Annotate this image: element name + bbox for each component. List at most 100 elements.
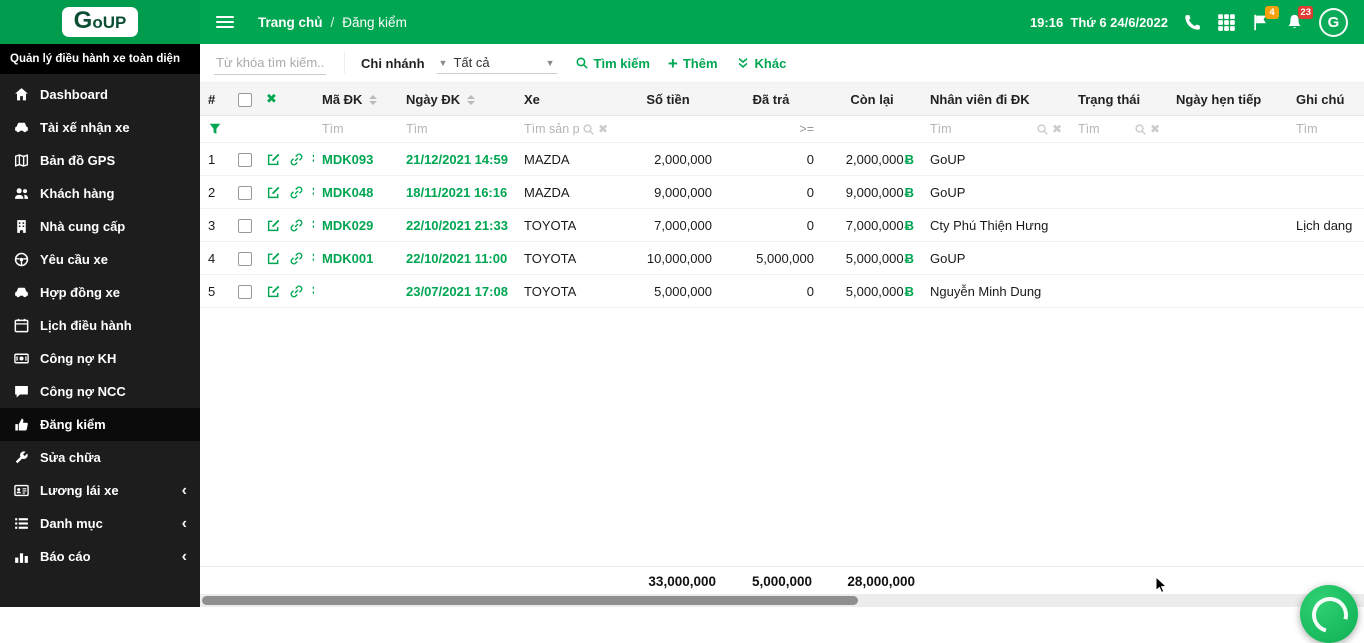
registration-date-link[interactable]: 18/11/2021 16:16 xyxy=(398,175,516,210)
sidebar-item-dang-kiem[interactable]: Đăng kiểm ‹ xyxy=(0,408,200,441)
status-cell xyxy=(1070,142,1168,177)
filter-xe-input[interactable] xyxy=(524,120,579,138)
delete-icon[interactable]: ✖ xyxy=(311,217,314,232)
select-all-checkbox[interactable] xyxy=(238,92,252,107)
edit-icon[interactable] xyxy=(266,152,281,167)
top-bar: GoUP Trang chủ / Đăng kiểm 19:16 Thứ 6 2… xyxy=(0,0,1364,44)
other-button[interactable]: Khác xyxy=(736,56,786,71)
sidebar-item-bao-cao[interactable]: Báo cáo ‹ xyxy=(0,540,200,573)
filter-ma-dk-input[interactable] xyxy=(322,120,390,138)
scrollbar-thumb[interactable] xyxy=(202,596,858,605)
search-button[interactable]: Tìm kiếm xyxy=(575,56,650,71)
sidebar-item-khach-hang[interactable]: Khách hàng ‹ xyxy=(0,177,200,210)
branch-select[interactable]: ▼ Tất cả ▼ xyxy=(436,52,557,74)
search-icon[interactable] xyxy=(1036,123,1049,136)
registration-code-link[interactable]: MDK001 xyxy=(314,241,398,276)
sidebar-item-danh-muc[interactable]: Danh mục ‹ xyxy=(0,507,200,540)
table-row[interactable]: 1 ✖ MDK093 21/12/2021 14:59 MAZDA 2,000,… xyxy=(200,142,1364,177)
registration-code-link[interactable]: MDK048 xyxy=(314,175,398,210)
sidebar-item-lich-dieu-hanh[interactable]: Lịch điều hành ‹ xyxy=(0,309,200,342)
edit-icon[interactable] xyxy=(266,185,281,200)
app-logo[interactable]: GoUP xyxy=(61,7,139,37)
logo-rest: oUP xyxy=(92,13,127,32)
sidebar-item-tai-xe-nhan-xe[interactable]: Tài xế nhận xe ‹ xyxy=(0,111,200,144)
main-content: Chi nhánh ▼ Tất cả ▼ Tìm kiếm + Thêm Khá… xyxy=(200,44,1364,607)
link-icon[interactable] xyxy=(289,284,304,299)
col-ngay-dk[interactable]: Ngày ĐK xyxy=(398,83,516,116)
row-checkbox[interactable] xyxy=(238,252,252,266)
table-row[interactable]: 3 ✖ MDK029 22/10/2021 21:33 TOYOTA 7,000… xyxy=(200,208,1364,243)
registration-date-link[interactable]: 21/12/2021 14:59 xyxy=(398,142,516,177)
sidebar-item-cong-no-kh[interactable]: Công nợ KH ‹ xyxy=(0,342,200,375)
bell-icon[interactable]: 23 xyxy=(1285,5,1313,32)
link-icon[interactable] xyxy=(289,251,304,266)
table-row[interactable]: 5 ✖ 23/07/2021 17:08 TOYOTA 5,000,000 0 … xyxy=(200,274,1364,309)
paid-cell: 5,000,000 xyxy=(720,241,822,276)
edit-icon[interactable] xyxy=(266,218,281,233)
filter-funnel-icon[interactable] xyxy=(208,122,222,136)
keyword-search-input[interactable] xyxy=(214,51,326,75)
registration-date-link[interactable]: 22/10/2021 11:00 xyxy=(398,241,516,276)
branch-filter: Chi nhánh ▼ Tất cả ▼ xyxy=(344,52,557,74)
col-ma-dk[interactable]: Mã ĐK xyxy=(314,83,398,116)
sidebar-item-hop-dong-xe[interactable]: Hợp đồng xe ‹ xyxy=(0,276,200,309)
row-checkbox[interactable] xyxy=(238,285,252,300)
sidebar-item-luong-lai-xe[interactable]: Lương lái xe ‹ xyxy=(0,474,200,507)
registration-code-link[interactable]: MDK029 xyxy=(314,208,398,243)
filter-trang-thai-input[interactable] xyxy=(1078,120,1131,138)
amount-cell: 2,000,000 xyxy=(616,142,720,177)
flag-icon[interactable]: 4 xyxy=(1251,5,1279,32)
row-checkbox[interactable] xyxy=(238,218,252,233)
staff-cell: Nguyễn Minh Dung xyxy=(922,274,1070,309)
delete-icon[interactable]: ✖ xyxy=(311,184,314,199)
sidebar-item-cong-no-ncc[interactable]: Công nợ NCC ‹ xyxy=(0,375,200,408)
horizontal-scrollbar[interactable] xyxy=(200,594,1364,607)
sidebar-item-yeu-cau-xe[interactable]: Yêu cầu xe ‹ xyxy=(0,243,200,276)
clear-filter-icon[interactable]: ✖ xyxy=(598,122,608,136)
sidebar-item-ban-do-gps[interactable]: Bản đồ GPS ‹ xyxy=(0,144,200,177)
building-icon xyxy=(13,218,30,235)
avatar[interactable]: G xyxy=(1319,7,1348,37)
sidebar-item-nha-cung-cap[interactable]: Nhà cung cấp ‹ xyxy=(0,210,200,243)
row-checkbox[interactable] xyxy=(238,152,252,167)
link-icon[interactable] xyxy=(289,218,304,233)
table-row[interactable]: 4 ✖ MDK001 22/10/2021 11:00 TOYOTA 10,00… xyxy=(200,241,1364,276)
amount-cell: 10,000,000 xyxy=(616,241,720,276)
delete-icon[interactable]: ✖ xyxy=(311,250,314,265)
currency-symbol: Ƀ xyxy=(904,250,914,266)
add-button[interactable]: + Thêm xyxy=(668,55,718,72)
link-icon[interactable] xyxy=(289,185,304,200)
row-checkbox[interactable] xyxy=(238,185,252,200)
table-row[interactable]: 2 ✖ MDK048 18/11/2021 16:16 MAZDA 9,000,… xyxy=(200,175,1364,210)
clear-selection-icon[interactable]: ✖ xyxy=(266,91,277,106)
filter-da-tra-operator[interactable]: >= xyxy=(728,122,814,136)
staff-cell: Cty Phú Thiện Hưng xyxy=(922,208,1070,243)
sort-icon[interactable] xyxy=(369,95,378,106)
link-icon[interactable] xyxy=(289,152,304,167)
registration-code-link[interactable]: MDK093 xyxy=(314,142,398,177)
phone-icon[interactable] xyxy=(1183,13,1202,32)
filter-ngay-dk-input[interactable] xyxy=(406,120,508,138)
clear-filter-icon[interactable]: ✖ xyxy=(1150,122,1160,136)
registration-code-link[interactable] xyxy=(314,274,398,309)
delete-icon[interactable]: ✖ xyxy=(311,151,314,166)
floating-action-button[interactable] xyxy=(1300,585,1358,643)
edit-icon[interactable] xyxy=(266,284,281,299)
delete-icon[interactable]: ✖ xyxy=(311,283,314,298)
table-header-row: # ✖ Mã ĐK Ngày ĐK Xe Số tiền Đã trả Còn … xyxy=(200,83,1364,116)
search-icon[interactable] xyxy=(1134,123,1147,136)
filter-nhan-vien-input[interactable] xyxy=(930,120,1033,138)
filter-ghi-chu-input[interactable] xyxy=(1296,120,1364,138)
edit-icon[interactable] xyxy=(266,251,281,266)
sidebar-item-sua-chua[interactable]: Sửa chữa ‹ xyxy=(0,441,200,474)
search-icon[interactable] xyxy=(582,123,595,136)
sort-icon[interactable] xyxy=(467,95,476,106)
apps-grid-icon[interactable] xyxy=(1217,13,1236,32)
sidebar-item-dashboard[interactable]: Dashboard ‹ xyxy=(0,78,200,111)
wrench-icon xyxy=(13,449,30,466)
breadcrumb-home-link[interactable]: Trang chủ xyxy=(258,15,323,30)
menu-toggle-icon[interactable] xyxy=(216,16,234,28)
registration-date-link[interactable]: 22/10/2021 21:33 xyxy=(398,208,516,243)
clear-filter-icon[interactable]: ✖ xyxy=(1052,122,1062,136)
registration-date-link[interactable]: 23/07/2021 17:08 xyxy=(398,274,516,309)
